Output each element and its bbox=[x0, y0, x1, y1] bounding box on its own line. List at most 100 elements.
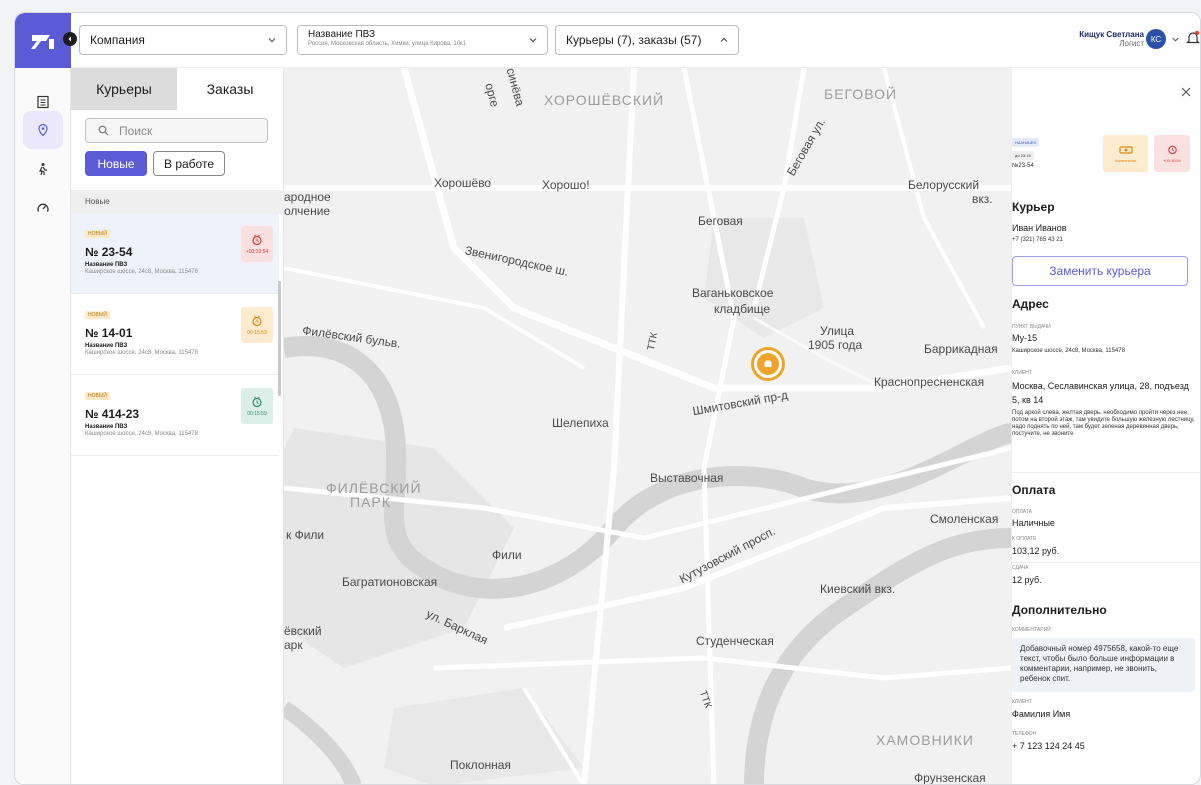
phone-value: + 7 123 124 24 45 bbox=[1012, 741, 1085, 751]
map-label: ХОРОШЁВСКИЙ bbox=[544, 92, 665, 108]
client-address: Москва, Сеславинская улица, 28, подъезд … bbox=[1012, 381, 1189, 405]
collapse-sidebar-button[interactable] bbox=[63, 32, 77, 46]
order-number: № 23-54 bbox=[85, 245, 133, 259]
phone-label: телефон bbox=[1012, 731, 1037, 737]
status-badge: новый bbox=[85, 392, 110, 400]
pvz-select[interactable]: Название ПВЗ Россия, Московская область,… bbox=[297, 25, 548, 55]
order-card[interactable]: новый № 23-54 Название ПВЗ Каширское шос… bbox=[71, 214, 279, 294]
map-label: Белорусский bbox=[908, 178, 980, 192]
order-address: Каширское шоссе, 24с8, Москва, 115478 bbox=[85, 350, 198, 356]
payment-tag: Наличными bbox=[1103, 135, 1148, 172]
rail-item-map[interactable] bbox=[23, 111, 63, 149]
map-label: ародное bbox=[284, 190, 331, 204]
bell-icon[interactable] bbox=[1186, 30, 1200, 46]
map-label: Краснопресненская bbox=[874, 375, 985, 389]
map-label: олчение bbox=[284, 204, 331, 218]
courier-map-marker[interactable] bbox=[751, 347, 785, 381]
tab-orders[interactable]: Заказы bbox=[177, 68, 283, 110]
order-timer: +00:10:54 bbox=[241, 226, 273, 262]
order-number: № 414-23 bbox=[85, 407, 140, 421]
to-pay-label: к оплате bbox=[1012, 536, 1037, 542]
filter-new-button[interactable]: Новые bbox=[85, 151, 147, 176]
marker-inner bbox=[757, 353, 779, 375]
extra-heading: Дополнительно bbox=[1012, 603, 1107, 617]
box-icon bbox=[764, 360, 772, 367]
order-card[interactable]: новый № 14-01 Название ПВЗ Каширское шос… bbox=[71, 295, 279, 375]
timer-tag: +00:10:54 bbox=[1154, 135, 1190, 172]
chevron-up-icon bbox=[720, 37, 728, 42]
search-icon bbox=[98, 125, 109, 136]
status-badge: новый bbox=[85, 230, 110, 238]
order-pvz: Название ПВЗ bbox=[85, 343, 128, 349]
map-label: Хорошёво bbox=[434, 176, 492, 190]
map-label: БЕГОВОЙ bbox=[824, 86, 898, 102]
payment-label: оплата bbox=[1012, 509, 1032, 515]
order-timer-value: +00:10:54 bbox=[245, 248, 269, 255]
couriers-orders-summary-select[interactable]: Курьеры (7), заказы (57) bbox=[555, 25, 739, 55]
order-address: Каширское шоссе, 24с8, Москва, 115478 bbox=[85, 431, 198, 437]
order-timer-value: 00:15:59 bbox=[247, 329, 267, 336]
chevron-left-icon bbox=[68, 36, 71, 42]
map-label: ХАМОВНИКИ bbox=[876, 732, 974, 748]
map-label: Улица bbox=[820, 324, 855, 338]
company-select-value: Компания bbox=[90, 33, 145, 47]
map-label: Фили bbox=[492, 548, 522, 562]
order-pvz: Название ПВЗ bbox=[85, 262, 128, 268]
courier-heading: Курьер bbox=[1012, 200, 1055, 214]
map-label: Ваганьковское bbox=[692, 286, 774, 300]
rail-item-couriers[interactable] bbox=[23, 150, 63, 188]
timer-tag-value: +00:10:54 bbox=[1163, 158, 1181, 163]
client2-value: Фамилия Имя bbox=[1012, 709, 1071, 719]
map-label: 1905 года bbox=[808, 338, 863, 352]
scrollbar[interactable] bbox=[278, 281, 281, 396]
search-input[interactable]: Поиск bbox=[85, 118, 268, 143]
order-address: Каширское шоссе, 24с8, Москва, 115478 bbox=[85, 269, 198, 275]
map-label: ёвский bbox=[284, 624, 322, 638]
order-timer-value: 00:15:59 bbox=[247, 410, 267, 417]
company-select[interactable]: Компания bbox=[79, 25, 287, 55]
summary-select-value: Курьеры (7), заказы (57) bbox=[566, 33, 702, 47]
timer-icon bbox=[252, 396, 262, 407]
order-detail-panel: назначен до 23:15 №23-54 Наличными +00:1… bbox=[1011, 68, 1200, 784]
map-label: Выставочная bbox=[650, 471, 724, 485]
deadline-badge: до 23:15 bbox=[1012, 151, 1034, 160]
map-label: Киевский вкз. bbox=[820, 582, 896, 596]
panel-tabs: Курьеры Заказы bbox=[71, 68, 283, 110]
map-label: ПАРК bbox=[350, 494, 391, 510]
user-info[interactable]: Кищук Светлана Логист bbox=[1079, 30, 1144, 48]
courier-icon bbox=[39, 163, 47, 176]
map-label: кладбище bbox=[714, 302, 771, 316]
map-label: арк bbox=[284, 638, 303, 652]
comment-label: комментарий bbox=[1012, 627, 1051, 633]
courier-phone: +7 (321) 765 43 21 bbox=[1012, 237, 1063, 243]
location-pin-icon bbox=[38, 123, 48, 137]
replace-courier-button[interactable]: Заменить курьера bbox=[1012, 256, 1188, 286]
avatar[interactable]: КС bbox=[1146, 29, 1166, 49]
chevron-down-icon bbox=[268, 38, 276, 43]
map-label: вкз. bbox=[972, 192, 993, 206]
app-window: Компания Название ПВЗ Россия, Московская… bbox=[14, 12, 1201, 785]
chevron-down-icon[interactable] bbox=[1171, 35, 1180, 44]
speedometer-icon bbox=[37, 203, 49, 212]
search-placeholder: Поиск bbox=[119, 123, 153, 138]
rail-item-dashboard[interactable] bbox=[23, 189, 63, 227]
timer-icon bbox=[252, 315, 262, 326]
nav-rail bbox=[15, 13, 71, 784]
client2-label: клиент bbox=[1012, 699, 1032, 705]
map-label: Хорошо! bbox=[542, 178, 590, 192]
order-number: №23-54 bbox=[1012, 163, 1034, 169]
map[interactable]: ХОРОШЁВСКИЙ БЕГОВОЙ Беговая ул. орге син… bbox=[284, 68, 1011, 785]
cash-icon bbox=[1118, 145, 1133, 154]
tab-couriers[interactable]: Курьеры bbox=[71, 68, 177, 110]
chevron-down-icon bbox=[529, 38, 537, 43]
filter-in-work-button[interactable]: В работе bbox=[153, 151, 225, 176]
order-timer: 00:15:59 bbox=[241, 388, 273, 424]
close-icon[interactable] bbox=[1180, 86, 1192, 98]
timer-icon bbox=[252, 234, 262, 245]
address-heading: Адрес bbox=[1012, 297, 1049, 311]
status-badge: назначен bbox=[1012, 138, 1040, 147]
order-card[interactable]: новый № 414-23 Название ПВЗ Каширское шо… bbox=[71, 376, 279, 456]
map-label: Фрунзенская bbox=[914, 771, 986, 785]
divider bbox=[1012, 562, 1200, 563]
order-timer: 00:15:59 bbox=[241, 307, 273, 343]
